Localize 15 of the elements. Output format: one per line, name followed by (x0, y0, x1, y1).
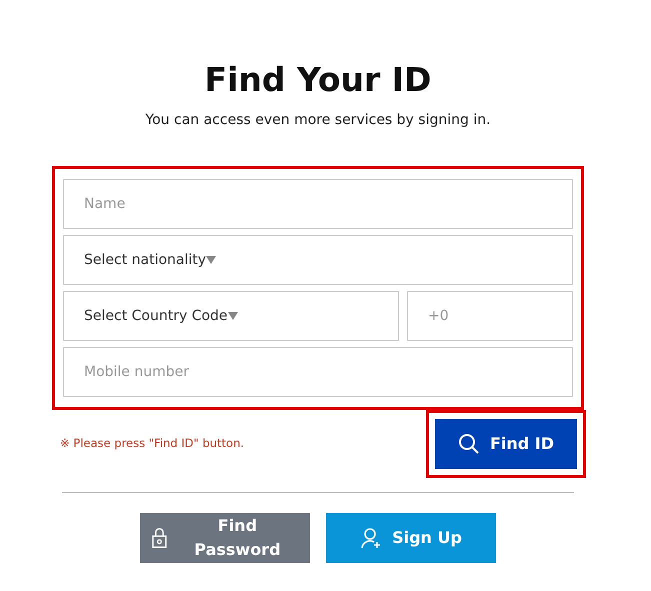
caret-icon (206, 256, 216, 264)
page-title: Find Your ID (204, 59, 432, 101)
input-field[interactable]: Name (63, 179, 573, 229)
input-field[interactable]: +0 (407, 291, 573, 341)
find-password-button[interactable]: Find Password (140, 513, 310, 563)
lock-icon (152, 527, 167, 549)
search-icon (458, 433, 480, 455)
caret-icon (228, 312, 238, 320)
add-user-icon (360, 527, 382, 549)
input-field[interactable]: Mobile number (63, 347, 573, 397)
subtitle: You can access even more services by signing in. (144, 111, 492, 130)
find-id-button[interactable]: Find ID (435, 419, 577, 469)
select-field[interactable]: Select nationality (63, 235, 573, 285)
notice-text: ※ Please press "Find ID" button. (60, 435, 244, 452)
select-field[interactable]: Select Country Code (63, 291, 399, 341)
